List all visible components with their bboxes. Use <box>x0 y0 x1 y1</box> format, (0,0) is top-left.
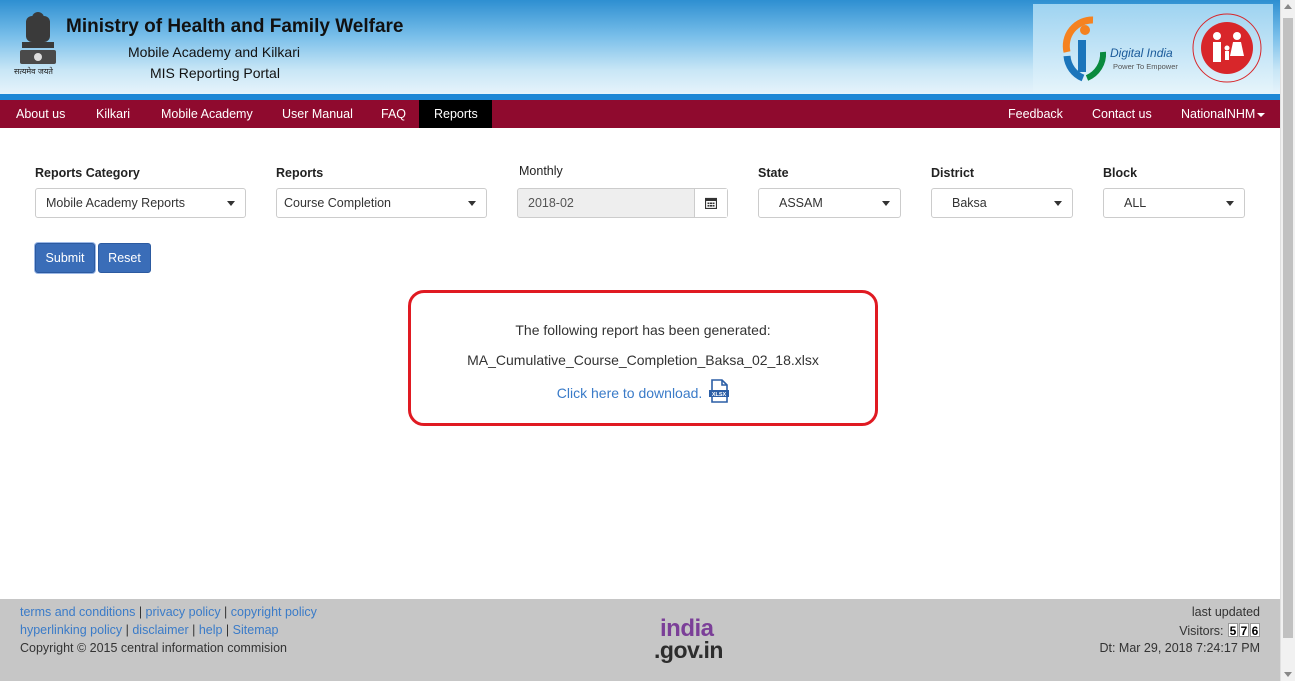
nav-reports[interactable]: Reports <box>419 100 492 128</box>
state-label: State <box>758 166 789 180</box>
chevron-down-icon <box>468 201 476 206</box>
chevron-down-icon <box>1054 201 1062 206</box>
footer-links-row1: terms and conditions | privacy policy | … <box>20 605 317 619</box>
reports-label: Reports <box>276 166 324 180</box>
reports-value: Course Completion <box>284 196 391 210</box>
india-gov-logo-bottom: .gov.in <box>654 637 723 663</box>
last-updated-label: last updated <box>1191 605 1260 619</box>
footer-date: Dt: Mar 29, 2018 7:24:17 PM <box>1099 641 1260 655</box>
nav-faq[interactable]: FAQ <box>366 100 421 128</box>
result-message: The following report has been generated: <box>515 322 771 338</box>
reports-category-label: Reports Category <box>35 166 140 180</box>
visitors-digits: 576 <box>1228 623 1260 638</box>
copyright-text: Copyright © 2015 central information com… <box>20 641 287 655</box>
visitors-label: Visitors: <box>1179 624 1224 638</box>
page-subtitle: Mobile Academy and Kilkari <box>128 44 300 60</box>
visitors-counter: Visitors: 576 <box>1179 623 1260 638</box>
district-value: Baksa <box>952 196 987 210</box>
digital-india-logo: Digital India Power To Empower <box>1053 12 1183 84</box>
digital-india-text: Digital India <box>1110 46 1173 60</box>
nhm-mark-icon <box>1192 13 1262 83</box>
nav-about-us[interactable]: About us <box>1 100 80 128</box>
site-header: सत्यमेव जयते Ministry of Health and Fami… <box>0 0 1280 100</box>
report-result-panel: The following report has been generated:… <box>408 290 878 426</box>
disclaimer-link[interactable]: disclaimer <box>132 623 188 637</box>
block-select[interactable]: ALL <box>1103 188 1245 218</box>
terms-link[interactable]: terms and conditions <box>20 605 135 619</box>
hyperlinking-link[interactable]: hyperlinking policy <box>20 623 122 637</box>
scroll-up-arrow-icon[interactable] <box>1284 4 1292 9</box>
privacy-link[interactable]: privacy policy <box>146 605 221 619</box>
report-filename: MA_Cumulative_Course_Completion_Baksa_02… <box>467 352 819 368</box>
help-link[interactable]: help <box>199 623 223 637</box>
download-link[interactable]: Click here to download. <box>557 385 703 401</box>
reports-select[interactable]: Course Completion <box>276 188 487 218</box>
caret-down-icon <box>1257 112 1266 117</box>
xlsx-icon-label: XLSX <box>712 392 727 398</box>
page-title: Ministry of Health and Family Welfare <box>66 16 404 37</box>
reports-category-value: Mobile Academy Reports <box>46 196 185 210</box>
reset-button[interactable]: Reset <box>98 243 151 273</box>
nav-kilkari[interactable]: Kilkari <box>81 100 145 128</box>
main-navbar: About us Kilkari Mobile Academy User Man… <box>0 100 1280 128</box>
page-scrollbar[interactable] <box>1280 0 1295 681</box>
nav-feedback[interactable]: Feedback <box>993 100 1078 128</box>
calendar-button[interactable] <box>694 189 727 217</box>
site-footer: terms and conditions | privacy policy | … <box>0 599 1280 681</box>
nhm-logo <box>1187 12 1269 84</box>
sitemap-link[interactable]: Sitemap <box>233 623 279 637</box>
partner-logos: Digital India Power To Empower <box>1033 4 1273 92</box>
district-select[interactable]: Baksa <box>931 188 1073 218</box>
india-gov-logo[interactable]: india .gov.in <box>652 615 732 667</box>
copyright-link[interactable]: copyright policy <box>231 605 317 619</box>
nav-mobile-academy[interactable]: Mobile Academy <box>146 100 268 128</box>
calendar-icon <box>705 197 717 209</box>
month-value: 2018-02 <box>528 196 574 210</box>
nav-user-manual[interactable]: User Manual <box>267 100 368 128</box>
state-select[interactable]: ASSAM <box>758 188 901 218</box>
submit-button[interactable]: Submit <box>35 243 95 273</box>
reports-category-select[interactable]: Mobile Academy Reports <box>35 188 246 218</box>
block-value: ALL <box>1124 196 1147 210</box>
district-label: District <box>931 166 975 180</box>
monthly-label: Monthly <box>519 164 563 178</box>
scrollbar-thumb[interactable] <box>1283 18 1293 638</box>
nav-contact-us[interactable]: Contact us <box>1077 100 1167 128</box>
portal-subtitle: MIS Reporting Portal <box>150 65 280 81</box>
chevron-down-icon <box>882 201 890 206</box>
chevron-down-icon <box>227 201 235 206</box>
user-menu-label: NationalNHM <box>1181 107 1256 121</box>
footer-links-row2: hyperlinking policy | disclaimer | help … <box>20 623 279 637</box>
scroll-down-arrow-icon[interactable] <box>1284 672 1292 677</box>
nav-user-menu[interactable]: NationalNHM <box>1166 100 1280 128</box>
month-picker[interactable]: 2018-02 <box>517 188 728 218</box>
chevron-down-icon <box>1226 201 1234 206</box>
xlsx-file-icon[interactable]: XLSX <box>709 379 730 403</box>
state-value: ASSAM <box>779 196 823 210</box>
digital-india-mark-icon <box>1062 16 1107 82</box>
digital-india-tagline: Power To Empower <box>1113 62 1178 71</box>
block-label: Block <box>1103 166 1138 180</box>
emblem-caption: सत्यमेव जयते <box>14 67 53 76</box>
